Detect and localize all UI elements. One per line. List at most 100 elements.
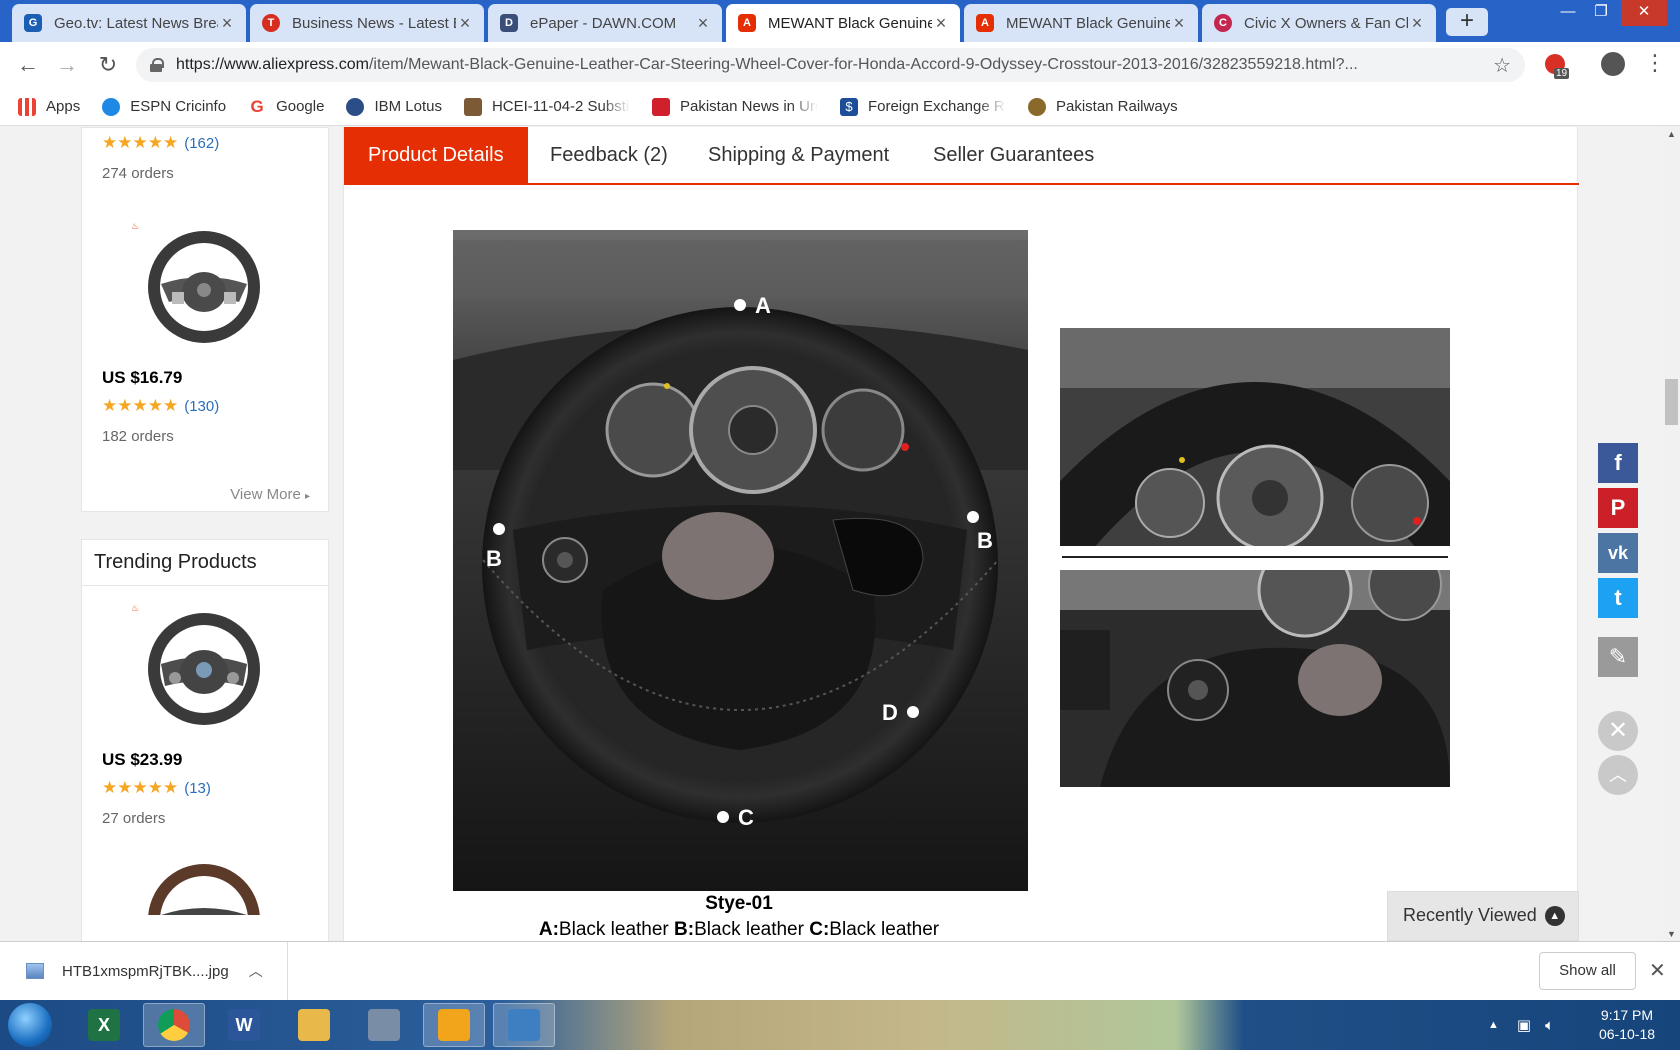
caption-value-b: Black leather	[694, 919, 810, 940]
taskbar-excel-icon[interactable]: X	[73, 1003, 135, 1047]
review-count[interactable]: (13)	[184, 780, 211, 797]
bookmark-ibm-lotus[interactable]: IBM Lotus	[346, 97, 442, 116]
order-count: 182 orders	[102, 428, 174, 445]
view-more-link[interactable]: View More ▸	[230, 486, 310, 503]
clock-time: 9:17 PM	[1600, 1007, 1654, 1023]
profile-avatar-icon[interactable]	[1601, 52, 1625, 76]
bookmark-label: HCEI-11-04-2 Substitution	[491, 98, 630, 115]
scroll-down-arrow-icon[interactable]: ▼	[1667, 929, 1676, 939]
bookmark-google[interactable]: G Google	[248, 97, 324, 116]
url-text: https://www.aliexpress.com/item/Mewant-B…	[176, 56, 1358, 73]
clock-date: 06-10-18	[1598, 1026, 1656, 1042]
taskbar-paint-icon[interactable]	[423, 1003, 485, 1047]
bookmark-pakistan-railways[interactable]: Pakistan Railways	[1027, 97, 1178, 116]
forward-arrow-icon[interactable]: →	[52, 50, 82, 80]
browser-tab-strip: G Geo.tv: Latest News Breaking × T Busin…	[0, 0, 1680, 42]
chevron-up-icon[interactable]: ︿	[249, 961, 263, 981]
bookmark-hcei[interactable]: HCEI-11-04-2 Substitution	[463, 97, 630, 116]
scrollbar-thumb[interactable]	[1665, 379, 1678, 425]
product-card[interactable]: ♨ US $23.99 ★★★★★ (13) 27 orders	[82, 604, 328, 915]
marker-label-b-right: B	[977, 528, 993, 553]
detail-image-top[interactable]	[1060, 328, 1450, 546]
product-tab-bar: Product Details Feedback (2) Shipping & …	[344, 127, 1579, 185]
maximize-window-icon[interactable]: ❐	[1586, 0, 1616, 26]
vk-share-icon[interactable]: vk	[1598, 533, 1638, 573]
close-tab-icon[interactable]: ×	[218, 13, 236, 34]
show-hidden-icons-icon[interactable]: ▲	[1488, 1019, 1499, 1031]
new-tab-button[interactable]: +	[1446, 8, 1488, 36]
close-tab-icon[interactable]: ×	[1170, 13, 1188, 34]
bookmark-apps[interactable]: Apps	[18, 97, 80, 116]
network-icon[interactable]: ▣	[1517, 1016, 1531, 1034]
review-count[interactable]: (130)	[184, 398, 219, 415]
taskbar-explorer-icon[interactable]	[283, 1003, 345, 1047]
browser-tab-business-news[interactable]: T Business News - Latest Business ×	[250, 4, 484, 42]
taskbar-photos-icon[interactable]	[493, 1003, 555, 1047]
close-tab-icon[interactable]: ×	[456, 13, 474, 34]
page-scrollbar[interactable]: ▲ ▼	[1663, 127, 1680, 941]
twitter-share-icon[interactable]: t	[1598, 578, 1638, 618]
browser-menu-icon[interactable]: ⋮	[1644, 50, 1666, 76]
close-tab-icon[interactable]: ×	[1408, 13, 1426, 34]
bookmark-foreign-exchange[interactable]: $ Foreign Exchange Rates	[839, 97, 1006, 116]
caret-right-icon: ▸	[304, 491, 310, 502]
browser-tab-civic[interactable]: C Civic X Owners & Fan Club ×	[1202, 4, 1436, 42]
main-product-image[interactable]: A B B C D	[453, 230, 1028, 891]
windows-start-icon[interactable]	[8, 1003, 52, 1047]
download-filename: HTB1xmspmRjTBK....jpg	[62, 962, 229, 980]
apps-grid-icon	[18, 97, 36, 116]
recently-viewed-button[interactable]: Recently Viewed ▲	[1387, 891, 1579, 941]
page-viewport: ★★★★★ (162) 274 orders ♨ US $16.79 ★★★★★…	[0, 127, 1680, 941]
product-thumbnail[interactable]: ♨	[131, 222, 269, 352]
bookmark-espn-cricinfo[interactable]: ESPN Cricinfo	[102, 97, 227, 116]
tab-seller-guarantees[interactable]: Seller Guarantees	[909, 127, 1118, 183]
close-circle-icon[interactable]: ✕	[1598, 711, 1638, 751]
close-tab-icon[interactable]: ×	[694, 13, 712, 34]
tab-product-details[interactable]: Product Details	[344, 127, 528, 183]
browser-tab-mewant-active[interactable]: A MEWANT Black Genuine Leather ×	[726, 4, 960, 42]
facebook-share-icon[interactable]: f	[1598, 443, 1638, 483]
address-bar[interactable]: https://www.aliexpress.com/item/Mewant-B…	[136, 48, 1525, 82]
marker-label-b-left: B	[486, 546, 502, 571]
minimize-window-icon[interactable]: —	[1553, 0, 1583, 26]
caption-key-a: A:	[538, 919, 559, 940]
tab-shipping-payment[interactable]: Shipping & Payment	[684, 127, 913, 183]
show-all-downloads-button[interactable]: Show all	[1539, 952, 1636, 990]
marker-label-c: C	[738, 805, 754, 830]
browser-tab-dawn[interactable]: D ePaper - DAWN.COM ×	[488, 4, 722, 42]
bookmark-pakistan-news-urdu[interactable]: Pakistan News in Urdu	[651, 97, 818, 116]
back-to-top-icon[interactable]: ︿	[1598, 755, 1638, 795]
bookmark-star-icon[interactable]: ☆	[1493, 53, 1511, 78]
close-tab-icon[interactable]: ×	[932, 13, 950, 34]
taskbar-word-icon[interactable]: W	[213, 1003, 275, 1047]
brand-logo-icon: ♨	[131, 221, 140, 231]
taskbar-calculator-icon[interactable]	[353, 1003, 415, 1047]
product-thumbnail[interactable]: ♨	[131, 604, 269, 734]
volume-icon[interactable]: 🔈︎	[1545, 1017, 1554, 1034]
taskbar-chrome-icon[interactable]	[143, 1003, 205, 1047]
star-rating-icon: ★★★★★	[102, 396, 179, 415]
bookmark-label: ESPN Cricinfo	[130, 98, 227, 115]
taskbar-clock[interactable]: 9:17 PM 06-10-18	[1588, 1006, 1666, 1044]
back-arrow-icon[interactable]: ←	[13, 50, 43, 80]
steering-wheel-photo: A B B C D	[453, 230, 1028, 891]
close-download-bar-icon[interactable]: ✕	[1649, 958, 1666, 983]
lock-icon	[150, 58, 164, 72]
browser-tab-mewant[interactable]: A MEWANT Black Genuine Leather ×	[964, 4, 1198, 42]
edit-pencil-icon[interactable]: ✎	[1598, 637, 1638, 677]
scroll-up-arrow-icon[interactable]: ▲	[1667, 129, 1676, 139]
tab-feedback[interactable]: Feedback (2)	[526, 127, 692, 183]
browser-tab-geo[interactable]: G Geo.tv: Latest News Breaking ×	[12, 4, 246, 42]
bookmark-label: Pakistan News in Urdu	[679, 98, 818, 115]
pinterest-share-icon[interactable]: P	[1598, 488, 1638, 528]
close-window-icon[interactable]: ✕	[1621, 0, 1667, 26]
review-count[interactable]: (162)	[184, 135, 219, 152]
download-item[interactable]: HTB1xmspmRjTBK....jpg ︿	[0, 942, 288, 1000]
product-card[interactable]: ♨ US $16.79 ★★★★★ (130) 182 orders	[82, 222, 330, 445]
dawn-favicon-icon: D	[500, 14, 518, 32]
detail-image-bottom[interactable]	[1060, 570, 1450, 787]
reload-icon[interactable]: ↻	[93, 50, 123, 80]
product-card[interactable]: ★★★★★ (162) 274 orders	[102, 133, 219, 182]
product-thumbnail[interactable]: ♨	[139, 855, 269, 915]
ibm-lotus-icon	[346, 97, 365, 116]
